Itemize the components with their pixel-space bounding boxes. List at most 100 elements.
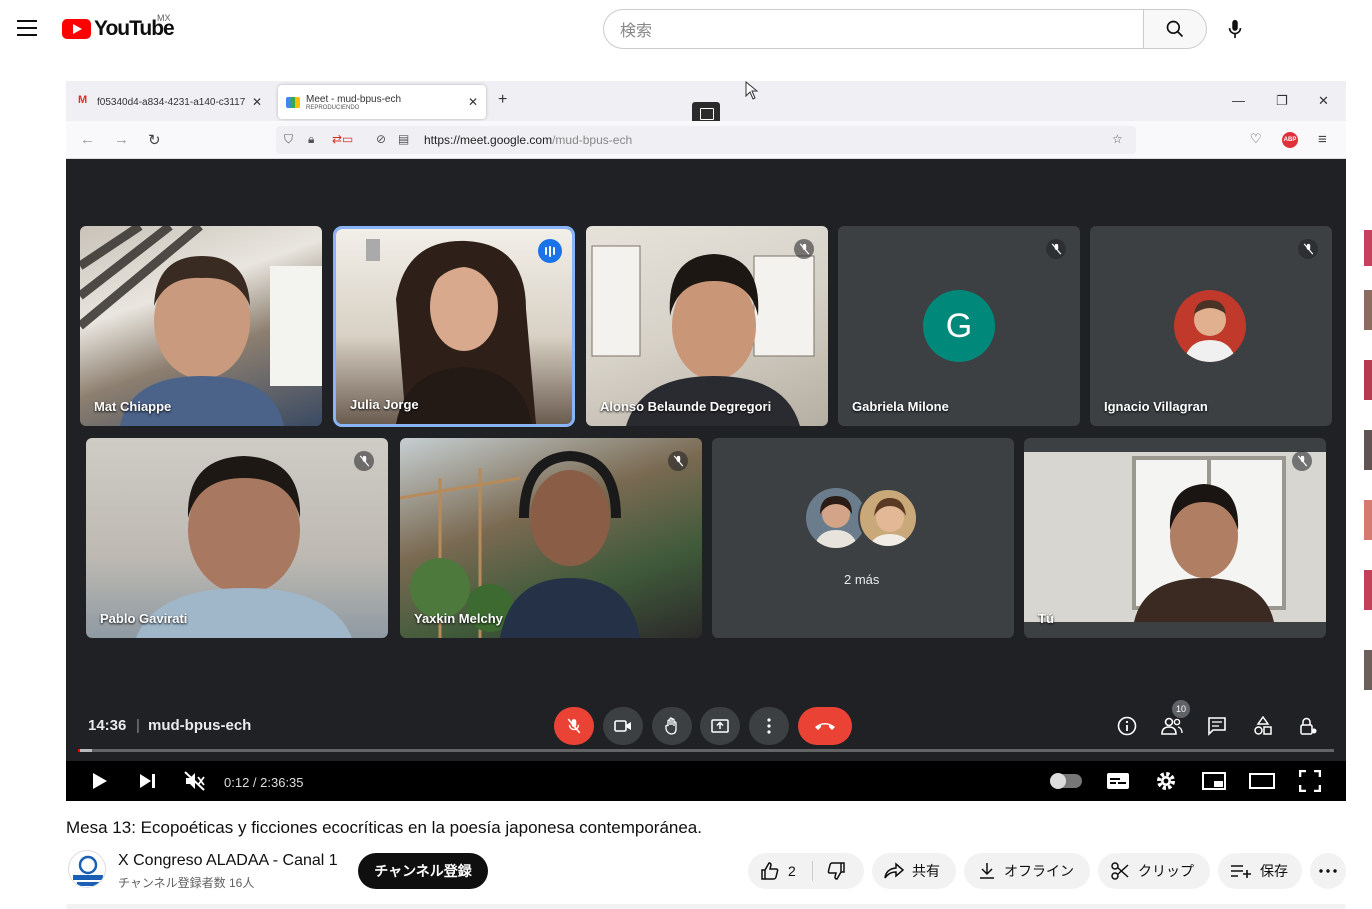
voice-search-button[interactable] xyxy=(1218,12,1252,46)
microphone-toggle-button[interactable] xyxy=(554,707,594,745)
present-screen-button[interactable] xyxy=(700,707,740,745)
tab-title: f05340d4-a834-4231-a140-c3117 xyxy=(97,96,246,108)
tab-playing-label: REPRODUCIENDO xyxy=(306,104,360,111)
autoplay-toggle[interactable] xyxy=(1050,773,1082,789)
player-controls: 0:12 / 2:36:35 xyxy=(66,761,1346,801)
participant-count-badge: 10 xyxy=(1172,700,1190,718)
camera-toggle-button[interactable] xyxy=(603,707,643,745)
browser-tab-gmail[interactable]: f05340d4-a834-4231-a140-c3117 ✕ xyxy=(70,85,270,119)
browser-menu-icon[interactable]: ≡ xyxy=(1318,131,1327,148)
page-info-icon[interactable]: ▤ xyxy=(398,132,409,146)
dislike-button[interactable] xyxy=(826,861,846,884)
subscribe-button[interactable]: チャンネル登録 xyxy=(358,853,488,889)
play-button[interactable] xyxy=(86,767,114,795)
theater-mode-button[interactable] xyxy=(1248,767,1276,795)
bookmark-star-icon[interactable]: ☆ xyxy=(1112,132,1123,146)
microphone-icon xyxy=(1228,19,1242,39)
browser-tab-meet[interactable]: Meet - mud-bpus-ech REPRODUCIENDO ✕ xyxy=(278,85,486,119)
back-icon[interactable]: ← xyxy=(80,131,95,148)
self-tile[interactable]: Tú xyxy=(1024,438,1326,638)
forward-icon[interactable]: → xyxy=(114,131,129,148)
participant-tile[interactable]: G Gabriela Milone xyxy=(838,226,1080,426)
muted-icon xyxy=(1292,451,1312,471)
next-button[interactable] xyxy=(134,767,162,795)
search-bar: 検索 xyxy=(603,9,1207,49)
video-player[interactable]: f05340d4-a834-4231-a140-c3117 ✕ Meet - m… xyxy=(66,81,1346,801)
info-icon xyxy=(1117,716,1137,736)
chat-button[interactable] xyxy=(1205,714,1229,738)
settings-button[interactable] xyxy=(1152,767,1180,795)
muted-icon xyxy=(794,239,814,259)
host-controls-button[interactable] xyxy=(1296,714,1320,738)
clip-button[interactable]: クリップ xyxy=(1098,853,1210,889)
save-button[interactable]: 保存 xyxy=(1218,853,1302,889)
muted-icon xyxy=(668,451,688,471)
permissions-icon[interactable]: ⇄▭ xyxy=(332,132,353,146)
participant-tile-speaking[interactable]: Julia Jorge xyxy=(333,226,575,427)
pocket-icon[interactable]: ♡ xyxy=(1250,131,1262,147)
sidebar-thumbnails-edge xyxy=(1364,230,1372,690)
more-participants-tile[interactable]: 2 más xyxy=(712,438,1014,638)
download-button[interactable]: オフライン xyxy=(964,853,1090,889)
participant-photo-avatar xyxy=(806,488,866,548)
video-progress-bar[interactable] xyxy=(78,749,1334,752)
subscriber-count: チャンネル登録者数 16人 xyxy=(118,876,255,890)
participant-tile[interactable]: Mat Chiappe xyxy=(80,226,322,426)
muted-icon xyxy=(1298,239,1318,259)
raise-hand-button[interactable] xyxy=(652,707,692,745)
like-button[interactable] xyxy=(760,861,780,881)
share-icon xyxy=(884,862,904,879)
minimize-icon[interactable]: — xyxy=(1232,93,1245,108)
fullscreen-button[interactable] xyxy=(1296,767,1324,795)
participant-video xyxy=(136,456,352,638)
leave-call-button[interactable] xyxy=(798,707,852,745)
volume-muted-icon xyxy=(184,771,205,791)
participant-tile[interactable]: Alonso Belaunde Degregori xyxy=(586,226,828,426)
shapes-icon xyxy=(1254,716,1272,735)
meeting-clock: 14:36 xyxy=(88,717,127,734)
present-icon xyxy=(711,719,729,733)
more-options-button[interactable] xyxy=(749,707,789,745)
activities-button[interactable] xyxy=(1251,714,1275,738)
participant-video xyxy=(1024,452,1326,622)
meeting-details-button[interactable] xyxy=(1115,714,1139,738)
browser-nav-bar: ← → ↻ ⛉ 🔒︎ ⇄▭ ⊘ ▤ https://meet.google.co… xyxy=(66,121,1346,159)
thumbs-up-icon xyxy=(761,862,779,880)
channel-avatar[interactable] xyxy=(68,850,106,888)
subtitles-button[interactable] xyxy=(1104,767,1132,795)
search-input[interactable]: 検索 xyxy=(603,9,1143,49)
new-tab-icon[interactable]: + xyxy=(498,91,507,109)
theater-mode-icon xyxy=(1249,773,1275,789)
participant-tile[interactable]: Ignacio Villagran xyxy=(1090,226,1332,426)
miniplayer-button[interactable] xyxy=(1200,767,1228,795)
address-bar[interactable]: ⛉ 🔒︎ ⇄▭ ⊘ ▤ https://meet.google.com/mud-… xyxy=(276,126,1136,154)
thumbs-down-icon xyxy=(827,862,845,880)
search-button[interactable] xyxy=(1143,9,1207,49)
download-label: オフライン xyxy=(1004,863,1074,879)
mute-button[interactable] xyxy=(181,767,209,795)
adblock-icon[interactable]: ABP xyxy=(1282,132,1298,148)
share-button[interactable]: 共有 xyxy=(872,853,956,889)
google-meet-icon xyxy=(286,96,300,108)
more-participants-label: 2 más xyxy=(844,572,880,587)
muted-icon xyxy=(1046,239,1066,259)
hang-up-icon xyxy=(815,723,835,730)
restore-icon[interactable]: ❐ xyxy=(1276,93,1288,109)
camera-blocked-icon[interactable]: ⊘ xyxy=(376,132,386,146)
menu-icon[interactable] xyxy=(17,20,37,36)
close-tab-icon[interactable]: ✕ xyxy=(468,95,478,109)
like-dislike-group: 2 xyxy=(748,853,864,889)
channel-name[interactable]: X Congreso ALADAA - Canal 1 xyxy=(118,852,338,870)
youtube-logo[interactable]: YouTube MX xyxy=(62,13,175,41)
skip-next-icon xyxy=(140,774,155,788)
reload-icon[interactable]: ↻ xyxy=(148,131,161,149)
participant-video xyxy=(366,239,536,424)
play-icon xyxy=(93,773,107,789)
close-tab-icon[interactable]: ✕ xyxy=(252,95,262,109)
scissors-icon xyxy=(1111,862,1129,880)
participant-tile[interactable]: Pablo Gavirati xyxy=(86,438,388,638)
participant-tile[interactable]: Yaxkin Melchy xyxy=(400,438,702,638)
more-actions-button[interactable] xyxy=(1310,853,1346,889)
participant-video xyxy=(80,226,322,426)
close-window-icon[interactable]: ✕ xyxy=(1318,93,1329,109)
